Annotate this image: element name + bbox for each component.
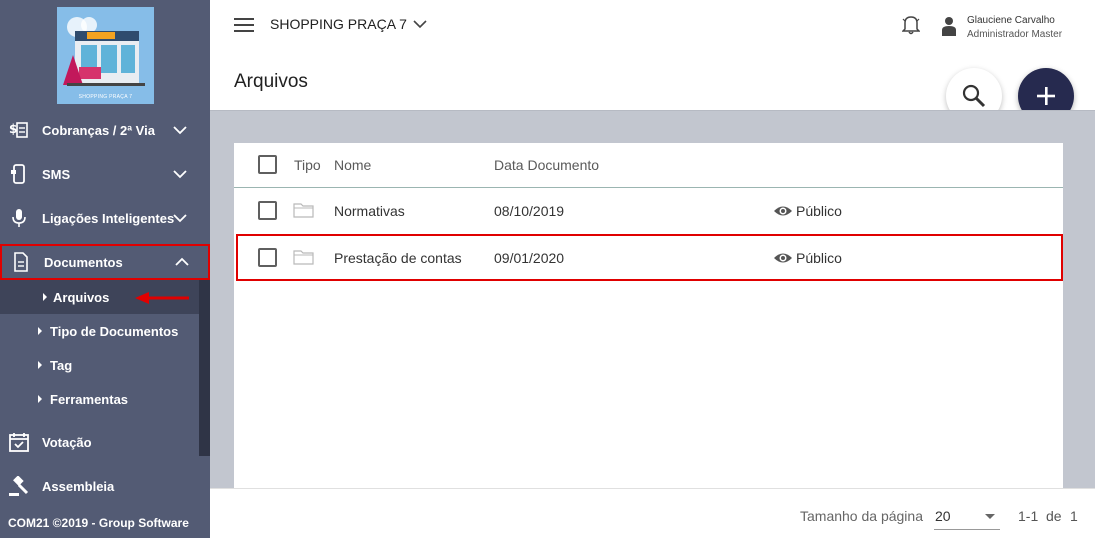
gavel-icon <box>9 476 29 496</box>
submenu-item-label: Arquivos <box>53 289 110 305</box>
page-size-underline <box>934 529 1000 530</box>
phone-sms-icon <box>11 164 25 184</box>
eye-icon <box>774 253 792 263</box>
sidebar-item-label: Documentos <box>44 254 123 270</box>
company-selector[interactable]: SHOPPING PRAÇA 7 <box>270 16 407 32</box>
sidebar-item-label: SMS <box>42 166 71 182</box>
sidebar: SHOPPING PRAÇA 7 $ Cobranças / 2ª Via SM… <box>0 0 210 538</box>
row-checkbox[interactable] <box>258 201 277 220</box>
red-arrow-annotation-icon <box>135 292 189 304</box>
pagination-bar: Tamanho da página 20 1-1 de 1 <box>210 488 1095 538</box>
submenu-item-label: Ferramentas <box>50 391 129 407</box>
row-date: 08/10/2019 <box>494 203 565 219</box>
notification-bell-icon[interactable] <box>902 15 920 35</box>
sidebar-footer: COM21 ©2019 - Group Software <box>8 516 189 530</box>
sidebar-item-label: Ligações Inteligentes <box>42 210 175 226</box>
page-total: 1 <box>1070 508 1078 524</box>
logo-caption: SHOPPING PRAÇA 7 <box>78 94 133 100</box>
column-header-data[interactable]: Data Documento <box>494 157 599 173</box>
folder-icon <box>293 203 314 218</box>
company-logo: SHOPPING PRAÇA 7 <box>57 7 154 104</box>
row-visibility: Público <box>796 250 842 266</box>
sidebar-item-documentos[interactable]: Documentos <box>0 244 210 280</box>
eye-icon <box>774 206 792 216</box>
row-name[interactable]: Normativas <box>334 203 405 219</box>
sidebar-item-ligacoes[interactable]: Ligações Inteligentes <box>0 198 210 238</box>
calendar-check-icon <box>9 433 29 452</box>
chevron-down-icon <box>173 126 187 135</box>
sidebar-item-label: Assembleia <box>42 478 115 494</box>
select-all-checkbox[interactable] <box>258 155 277 174</box>
page-size-label: Tamanho da página <box>800 508 923 524</box>
row-date: 09/01/2020 <box>494 250 565 266</box>
chevron-up-icon <box>175 257 189 266</box>
caret-right-icon <box>38 327 42 335</box>
user-role: Administrador Master <box>967 29 1063 40</box>
document-icon <box>14 252 28 272</box>
page-size-select[interactable]: 20 <box>935 508 951 524</box>
row-visibility: Público <box>796 203 842 219</box>
submenu-item-label: Tag <box>50 357 73 373</box>
column-header-nome[interactable]: Nome <box>334 157 371 173</box>
chevron-down-icon[interactable] <box>412 16 428 32</box>
hamburger-menu-icon[interactable] <box>234 17 254 33</box>
row-name[interactable]: Prestação de contas <box>334 250 462 266</box>
submenu-item-tipo-documentos[interactable]: Tipo de Documentos <box>0 314 199 348</box>
files-table-card <box>234 143 1063 488</box>
svg-text:$: $ <box>9 122 17 136</box>
row-checkbox[interactable] <box>258 248 277 267</box>
search-icon <box>962 84 986 108</box>
storefront-icon <box>57 7 154 104</box>
sidebar-item-label: Votação <box>42 434 92 450</box>
caret-right-icon <box>38 395 42 403</box>
user-name[interactable]: Glauciene Carvalho <box>967 15 1055 26</box>
caret-down-icon[interactable] <box>985 514 995 519</box>
user-avatar-icon[interactable] <box>941 16 957 36</box>
column-header-tipo[interactable]: Tipo <box>294 157 321 173</box>
billing-list-icon: $ <box>9 122 28 138</box>
table-header-divider <box>234 187 1063 188</box>
sidebar-item-assembleia[interactable]: Assembleia <box>0 466 210 506</box>
caret-right-icon <box>43 293 47 301</box>
chevron-down-icon <box>173 214 187 223</box>
folder-icon <box>293 250 314 265</box>
submenu-item-tag[interactable]: Tag <box>0 348 199 382</box>
microphone-icon <box>12 209 26 227</box>
sidebar-item-label: Cobranças / 2ª Via <box>42 122 155 138</box>
page-title: Arquivos <box>234 71 308 92</box>
sidebar-item-cobrancas[interactable]: $ Cobranças / 2ª Via <box>0 110 210 150</box>
page-range: 1-1 <box>1018 508 1039 524</box>
page-of-label: de <box>1046 508 1062 524</box>
sidebar-item-sms[interactable]: SMS <box>0 154 210 194</box>
chevron-down-icon <box>173 170 187 179</box>
submenu-item-ferramentas[interactable]: Ferramentas <box>0 382 199 416</box>
top-header: SHOPPING PRAÇA 7 Glauciene Carvalho Admi… <box>210 0 1095 124</box>
caret-right-icon <box>38 361 42 369</box>
sidebar-item-votacao[interactable]: Votação <box>0 422 210 462</box>
plus-icon <box>1037 87 1055 105</box>
submenu-item-label: Tipo de Documentos <box>50 323 179 339</box>
